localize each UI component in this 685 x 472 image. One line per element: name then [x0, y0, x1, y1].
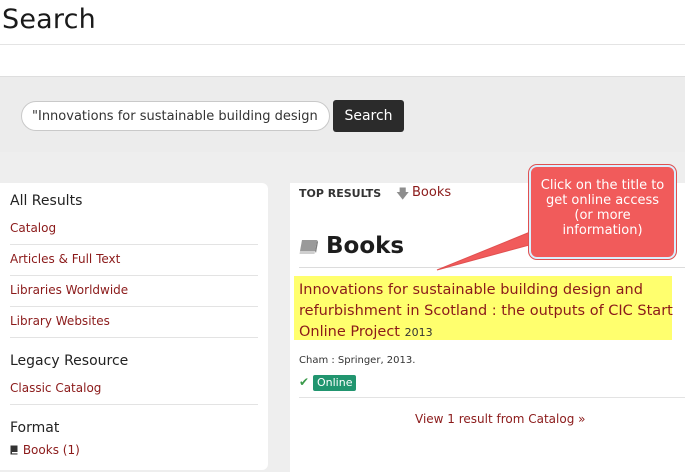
page-title: Search: [2, 4, 96, 35]
sidebar-link-classic-catalog[interactable]: Classic Catalog: [10, 381, 101, 395]
book-icon: [10, 445, 18, 455]
result-divider: [299, 397, 685, 398]
sidebar-link-library-websites[interactable]: Library Websites: [10, 314, 110, 328]
facets-sidebar: All Results Catalog Articles & Full Text…: [0, 183, 268, 470]
format-filter-books[interactable]: Books (1): [10, 443, 80, 457]
sidebar-link-libraries-worldwide[interactable]: Libraries Worldwide: [10, 283, 128, 297]
online-badge[interactable]: Online: [313, 375, 357, 391]
search-bar: Search: [0, 76, 685, 154]
arrow-down-icon: 🡇: [396, 187, 410, 202]
format-filter-label: Books (1): [22, 443, 80, 457]
section-divider: [299, 267, 685, 268]
result-publisher: Cham : Springer, 2013.: [299, 355, 416, 366]
search-button[interactable]: Search: [333, 100, 404, 132]
section-heading-books: Books: [326, 233, 405, 259]
result-year: 2013: [404, 326, 433, 339]
check-icon: ✔: [299, 375, 310, 389]
sidebar-divider: [10, 404, 258, 405]
instruction-callout: Click on the title to get online access …: [529, 165, 676, 259]
format-heading: Format: [10, 420, 60, 436]
sidebar-link-articles[interactable]: Articles & Full Text: [10, 252, 120, 266]
sidebar-link-catalog[interactable]: Catalog: [10, 221, 56, 235]
legacy-resource-heading: Legacy Resource: [10, 353, 129, 369]
callout-text: Click on the title to get online access …: [540, 178, 665, 238]
sidebar-divider: [10, 275, 258, 276]
all-results-heading: All Results: [10, 193, 83, 209]
books-jump-link[interactable]: Books: [412, 185, 451, 200]
sidebar-divider: [10, 244, 258, 245]
top-results-label: TOP RESULTS: [299, 187, 382, 200]
result-title-link[interactable]: Innovations for sustainable building des…: [299, 282, 673, 340]
view-catalog-results-link[interactable]: View 1 result from Catalog »: [415, 412, 585, 426]
result-item: Innovations for sustainable building des…: [299, 280, 679, 343]
sidebar-divider: [10, 306, 258, 307]
search-input[interactable]: [21, 101, 330, 131]
book-icon: [299, 240, 318, 254]
sidebar-divider: [10, 337, 258, 338]
title-divider: [0, 44, 685, 45]
